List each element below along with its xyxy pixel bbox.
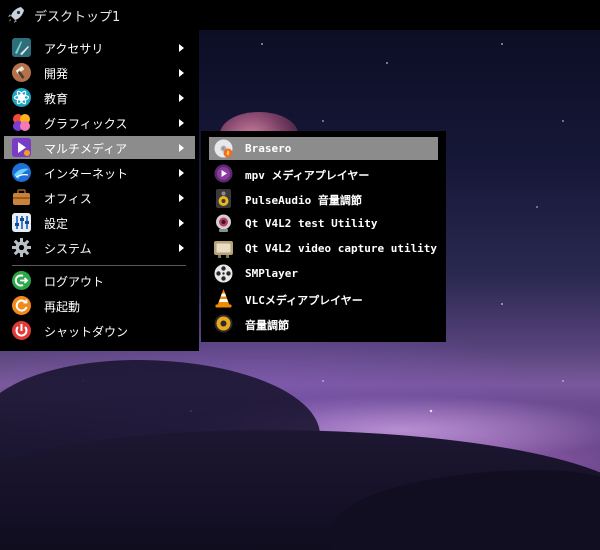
menu-item-settings[interactable]: 設定 — [4, 211, 195, 234]
submenu-item-pulseaudio[interactable]: PulseAudio 音量調節 — [209, 187, 438, 210]
office-icon — [13, 189, 30, 205]
menu-item-label: システム — [44, 242, 92, 256]
menu-item-internet[interactable]: インターネット — [4, 161, 195, 184]
menu-item-label: 開発 — [44, 67, 69, 81]
submenu-item-label: 音量調節 — [245, 319, 289, 332]
brasero-disc-icon — [214, 139, 233, 158]
menu-item-logout[interactable]: ログアウト — [4, 269, 195, 292]
submenu-item-mpv[interactable]: mpv メディアプレイヤー — [209, 162, 438, 185]
development-icon — [12, 63, 31, 82]
settings-icon — [12, 213, 31, 232]
desktop-name-label: デスクトップ1 — [34, 9, 121, 25]
menu-item-multimedia[interactable]: マルチメディア — [4, 136, 195, 159]
application-menu-button[interactable] — [0, 0, 26, 30]
chevron-right-icon — [179, 194, 184, 202]
menu-item-label: 教育 — [44, 92, 69, 106]
submenu-item-qv4l2-capture[interactable]: Qt V4L2 video capture utility — [209, 237, 438, 260]
submenu-item-volume-control[interactable]: 音量調節 — [209, 312, 438, 335]
menu-item-label: シャットダウン — [44, 325, 129, 339]
chevron-right-icon — [179, 144, 184, 152]
submenu-item-label: PulseAudio 音量調節 — [245, 194, 362, 207]
submenu-item-label: VLCメディアプレイヤー — [245, 294, 363, 307]
submenu-item-label: SMPlayer — [245, 267, 298, 280]
chevron-right-icon — [179, 169, 184, 177]
menu-item-office[interactable]: オフィス — [4, 186, 195, 209]
internet-icon — [12, 163, 31, 182]
chevron-right-icon — [179, 94, 184, 102]
chevron-right-icon — [179, 44, 184, 52]
menu-item-label: 再起動 — [44, 300, 81, 314]
rocket-icon — [8, 7, 24, 23]
vlc-cone-icon — [215, 289, 232, 308]
volume-knob-icon — [214, 314, 233, 333]
chevron-right-icon — [179, 219, 184, 227]
main-menu: アクセサリ 開発 教育 グラフィックス マルチメディア インターネット オフィス… — [0, 30, 199, 351]
submenu-item-smplayer[interactable]: SMPlayer — [209, 262, 438, 285]
menu-item-graphics[interactable]: グラフィックス — [4, 111, 195, 134]
reboot-icon — [12, 296, 31, 315]
system-gear-icon — [12, 238, 31, 257]
menu-item-label: インターネット — [44, 167, 129, 181]
logout-icon — [12, 271, 31, 290]
submenu-item-label: Qt V4L2 video capture utility — [245, 242, 438, 255]
accessories-icon — [12, 38, 31, 57]
menu-item-education[interactable]: 教育 — [4, 86, 195, 109]
menu-item-label: ログアウト — [44, 275, 105, 289]
chevron-right-icon — [179, 244, 184, 252]
menu-item-label: アクセサリ — [44, 42, 104, 56]
menu-separator — [12, 265, 186, 266]
education-icon — [12, 88, 31, 107]
mpv-icon — [214, 164, 233, 183]
menu-item-development[interactable]: 開発 — [4, 61, 195, 84]
submenu-item-label: Brasero — [245, 142, 292, 155]
tv-icon — [214, 241, 233, 258]
speaker-icon — [216, 189, 231, 208]
graphics-icon — [13, 114, 30, 131]
submenu-item-qv4l2-test[interactable]: Qt V4L2 test Utility — [209, 212, 438, 235]
menu-item-shutdown[interactable]: シャットダウン — [4, 319, 195, 342]
menu-item-accessories[interactable]: アクセサリ — [4, 36, 195, 59]
menu-item-system[interactable]: システム — [4, 236, 195, 259]
submenu-item-vlc[interactable]: VLCメディアプレイヤー — [209, 287, 438, 310]
menu-item-label: マルチメディア — [44, 142, 128, 156]
chevron-right-icon — [179, 119, 184, 127]
chevron-right-icon — [179, 69, 184, 77]
submenu-item-brasero[interactable]: Brasero — [209, 137, 438, 160]
menu-item-label: グラフィックス — [44, 117, 128, 131]
shutdown-icon — [12, 321, 31, 340]
multimedia-icon — [12, 138, 31, 157]
multimedia-submenu: Brasero mpv メディアプレイヤー PulseAudio 音量調節 Qt… — [201, 131, 446, 342]
submenu-item-label: mpv メディアプレイヤー — [245, 169, 370, 182]
film-reel-icon — [214, 264, 233, 283]
submenu-item-label: Qt V4L2 test Utility — [245, 217, 378, 230]
webcam-icon — [216, 214, 231, 232]
menu-item-label: オフィス — [44, 192, 92, 206]
menu-item-label: 設定 — [44, 217, 69, 231]
menu-item-reboot[interactable]: 再起動 — [4, 294, 195, 317]
top-panel: デスクトップ1 — [0, 0, 600, 30]
